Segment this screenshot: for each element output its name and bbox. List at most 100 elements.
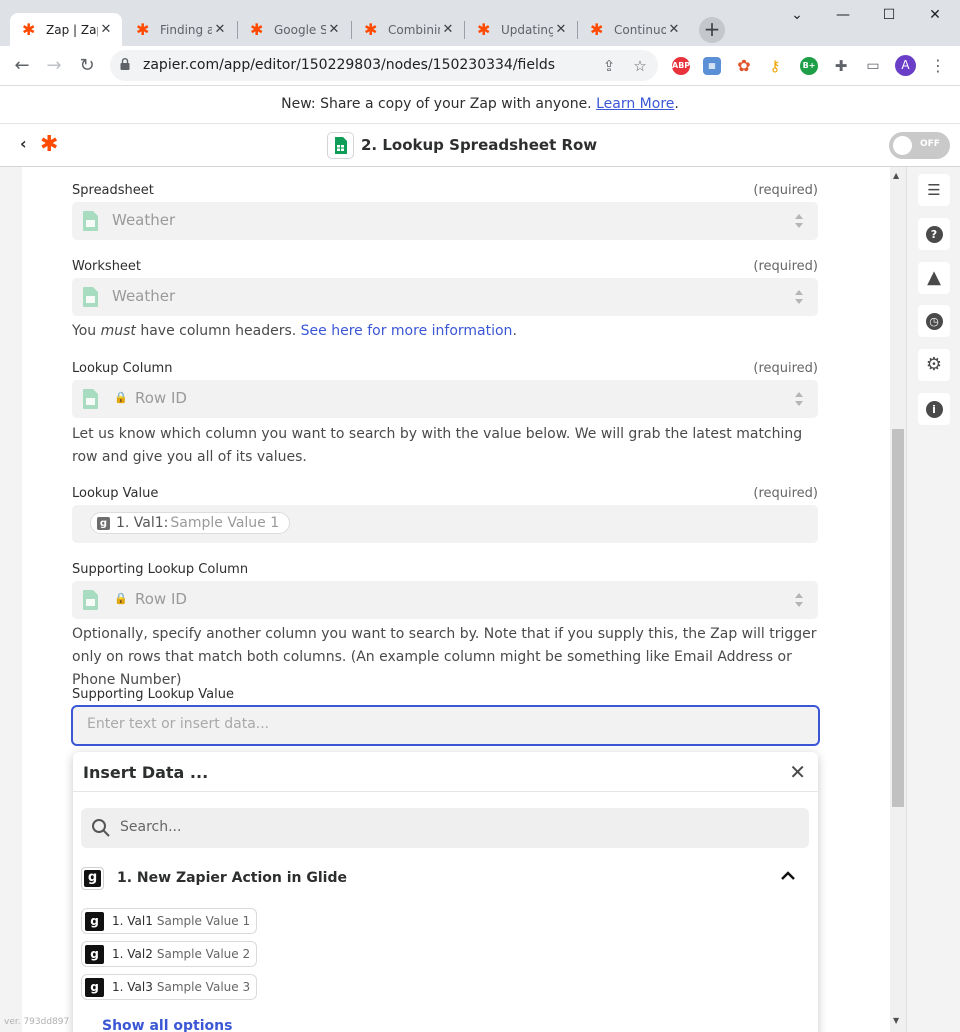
spreadsheet-value: Weather [112, 211, 176, 229]
clock-history-icon[interactable]: ◷ [918, 305, 950, 337]
close-tab-icon[interactable]: ✕ [666, 22, 682, 37]
app-step-header[interactable]: g 1. New Zapier Action in Glide [81, 866, 809, 892]
more-information-link[interactable]: See here for more information [301, 323, 513, 339]
browser-tab[interactable]: ✱ Finding a... ✕ [124, 13, 236, 46]
worksheet-select[interactable]: Weather [72, 278, 818, 316]
lookup-column-select[interactable]: 🔒 Row ID [72, 380, 818, 418]
tab-title: Zap | Zapier [46, 22, 98, 37]
maximize-button[interactable]: ☐ [866, 0, 912, 30]
flower-extension-icon[interactable]: ✿ [735, 57, 753, 75]
pill-value: Sample Value 1 [170, 515, 280, 531]
glide-icon: g [85, 911, 104, 931]
browser-tab[interactable]: ✱ Google S... ✕ [238, 13, 350, 46]
adblock-extension-icon[interactable]: ABP [672, 57, 690, 75]
details-list-icon[interactable]: ☰ [918, 174, 950, 206]
select-caret-icon [795, 593, 803, 607]
address-bar[interactable]: zapier.com/app/editor/150229803/nodes/15… [110, 50, 658, 81]
tab-title: Finding a... [160, 22, 212, 37]
mapped-data-pill[interactable]: g 1. Val1: Sample Value 1 [90, 512, 291, 534]
close-window-button[interactable]: ✕ [912, 0, 958, 30]
info-icon[interactable]: i [918, 393, 950, 425]
supporting-value-label: Supporting Lookup Value [72, 687, 234, 702]
browser-tab-zap[interactable]: ✱ Zap | Zapier ✕ [10, 13, 122, 46]
tab-search-chevron-icon[interactable]: ⌄ [774, 0, 820, 30]
insert-option[interactable]: g 1. Val1 Sample Value 1 [81, 908, 258, 934]
tab-title: Updating... [501, 22, 553, 37]
close-tab-icon[interactable]: ✕ [553, 22, 569, 37]
insert-option[interactable]: g 1. Val2 Sample Value 2 [81, 941, 258, 967]
browser-menu-icon[interactable]: ⋮ [930, 55, 946, 76]
help-suffix: . [512, 323, 517, 339]
forward-arrow-icon[interactable]: → [40, 52, 68, 80]
close-tab-icon[interactable]: ✕ [440, 22, 456, 37]
option-key: 1. Val1 [112, 914, 153, 928]
tab-title: Google S... [274, 22, 326, 37]
browser-tab-strip: ✱ Zap | Zapier ✕ ✱ Finding a... ✕ ✱ Goog… [0, 0, 960, 46]
glide-icon: g [97, 516, 110, 530]
learn-more-link[interactable]: Learn More [596, 96, 674, 112]
show-all-options-link[interactable]: Show all options [102, 1018, 232, 1032]
new-tab-button[interactable]: + [699, 17, 725, 43]
key-extension-icon[interactable]: ⚷ [766, 57, 784, 75]
option-value: Sample Value 2 [156, 947, 251, 961]
back-arrow-icon[interactable]: ← [8, 52, 36, 80]
browser-tab[interactable]: ✱ Combinin... ✕ [352, 13, 464, 46]
scroll-down-arrow-icon[interactable]: ▼ [893, 1016, 899, 1025]
browser-toolbar: ← → ↻ zapier.com/app/editor/150229803/no… [0, 46, 960, 86]
announcement-text: New: Share a copy of your Zap with anyon… [281, 96, 592, 112]
supporting-value-input-wrapper [71, 705, 820, 746]
google-sheets-app-icon [327, 132, 354, 159]
worksheet-value: Weather [112, 287, 176, 305]
cast-icon[interactable]: ▭ [864, 57, 882, 75]
google-sheets-icon [83, 389, 98, 409]
scroll-up-arrow-icon[interactable]: ▲ [893, 171, 899, 180]
gear-icon[interactable]: ⚙ [918, 349, 950, 381]
back-chevron-icon[interactable]: ‹ [20, 134, 27, 153]
glide-icon: g [85, 944, 104, 964]
insert-data-search[interactable]: Search... [81, 808, 809, 848]
select-caret-icon [795, 392, 803, 406]
step-title: 2. Lookup Spreadsheet Row [361, 136, 598, 154]
puzzle-extensions-icon[interactable]: ✚ [832, 57, 850, 75]
worksheet-label: Worksheet [72, 259, 142, 274]
insert-option[interactable]: g 1. Val3 Sample Value 3 [81, 974, 258, 1000]
browser-tab[interactable]: ✱ Updating... ✕ [465, 13, 577, 46]
supporting-column-help: Optionally, specify another column you w… [72, 626, 817, 688]
reload-icon[interactable]: ↻ [73, 52, 101, 80]
bookmark-star-icon[interactable]: ☆ [629, 55, 651, 77]
warning-icon[interactable]: ▲ [918, 262, 950, 294]
padlock-icon: 🔒 [114, 592, 128, 605]
zap-on-off-toggle[interactable]: OFF [889, 132, 950, 159]
close-tab-icon[interactable]: ✕ [212, 22, 228, 37]
select-caret-icon [795, 214, 803, 228]
help-icon[interactable]: ? [918, 218, 950, 250]
chevron-up-icon[interactable] [779, 867, 797, 885]
insert-data-title: Insert Data ... [83, 763, 209, 782]
share-icon[interactable]: ⇪ [598, 55, 620, 77]
panel-scrollbar[interactable]: ▲ ▼ [890, 167, 906, 1032]
announcement-bar: New: Share a copy of your Zap with anyon… [0, 86, 960, 124]
column-headers-help: You must have column headers. See here f… [72, 320, 822, 343]
google-sheets-icon [83, 590, 98, 610]
required-text: (required) [753, 486, 818, 501]
profile-avatar[interactable]: A [895, 55, 916, 76]
chart-extension-icon[interactable]: ▦ [703, 57, 721, 75]
zapier-logo-icon[interactable]: ✱ [40, 133, 58, 157]
minimize-button[interactable]: — [820, 0, 866, 30]
close-tab-icon[interactable]: ✕ [98, 22, 114, 37]
supporting-value-input[interactable] [87, 716, 787, 732]
search-icon [92, 819, 110, 837]
close-tab-icon[interactable]: ✕ [326, 22, 342, 37]
divider [73, 791, 818, 792]
browser-tab[interactable]: ✱ Continuo... ✕ [578, 13, 690, 46]
scrollbar-thumb[interactable] [892, 429, 904, 807]
glide-app-icon: g [81, 867, 104, 890]
glide-app-letter: g [84, 870, 101, 887]
grammar-extension-icon[interactable]: B+ [800, 57, 818, 75]
option-key: 1. Val2 [112, 947, 153, 961]
close-icon[interactable]: ✕ [789, 760, 806, 784]
announcement-suffix: . [674, 96, 679, 112]
spreadsheet-label: Spreadsheet [72, 183, 154, 198]
spreadsheet-select[interactable]: Weather [72, 202, 818, 240]
supporting-column-select[interactable]: 🔒 Row ID [72, 581, 818, 619]
